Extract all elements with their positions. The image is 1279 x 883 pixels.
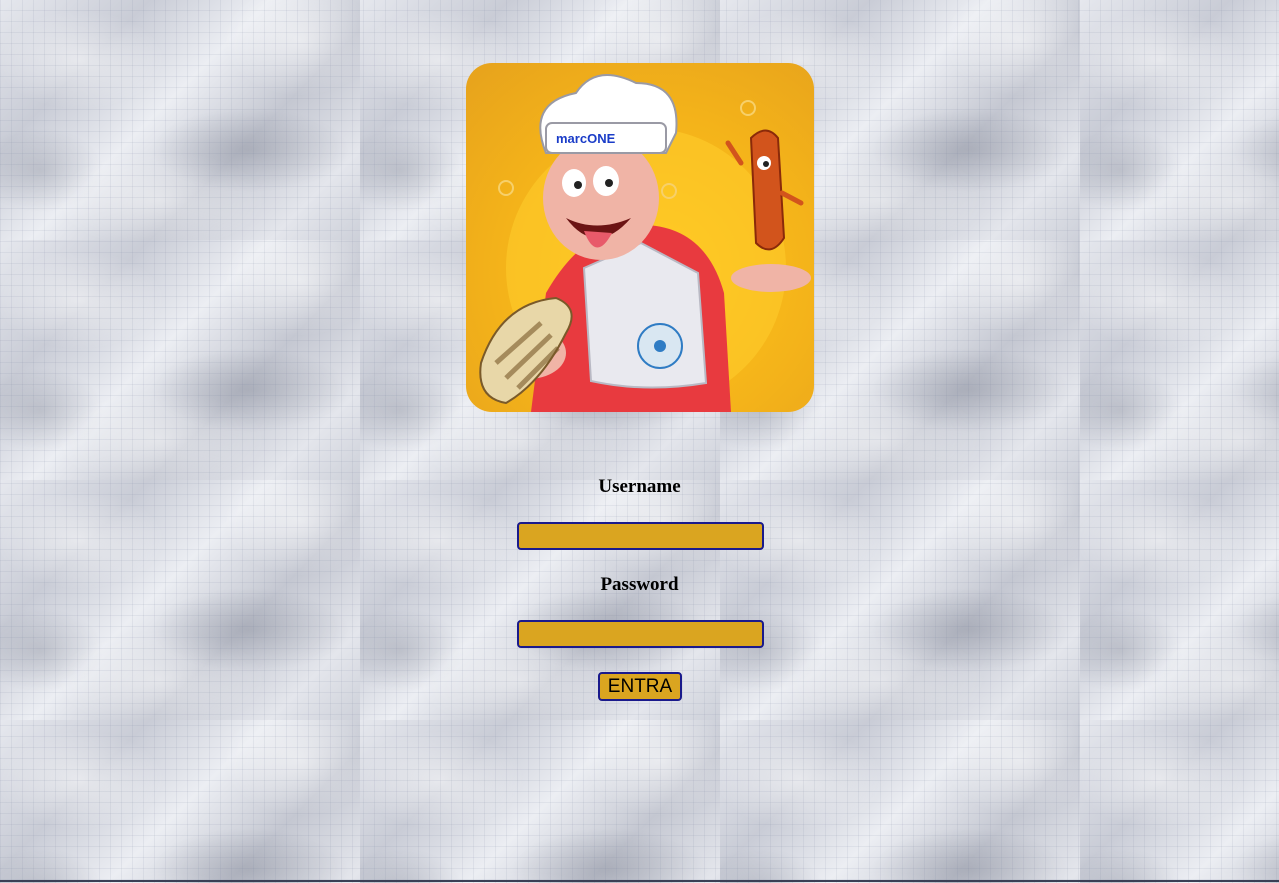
username-input[interactable]	[517, 522, 764, 550]
brand-logo-text: marcONE	[556, 131, 616, 146]
chef-logo-image: marcONE	[479, 74, 811, 412]
password-label: Password	[600, 574, 679, 595]
chef-logo: marcONE	[466, 63, 814, 412]
username-label: Username	[598, 476, 681, 497]
bottom-divider	[0, 880, 1279, 882]
login-submit-button[interactable]: ENTRA	[598, 672, 682, 701]
password-input[interactable]	[517, 620, 764, 648]
